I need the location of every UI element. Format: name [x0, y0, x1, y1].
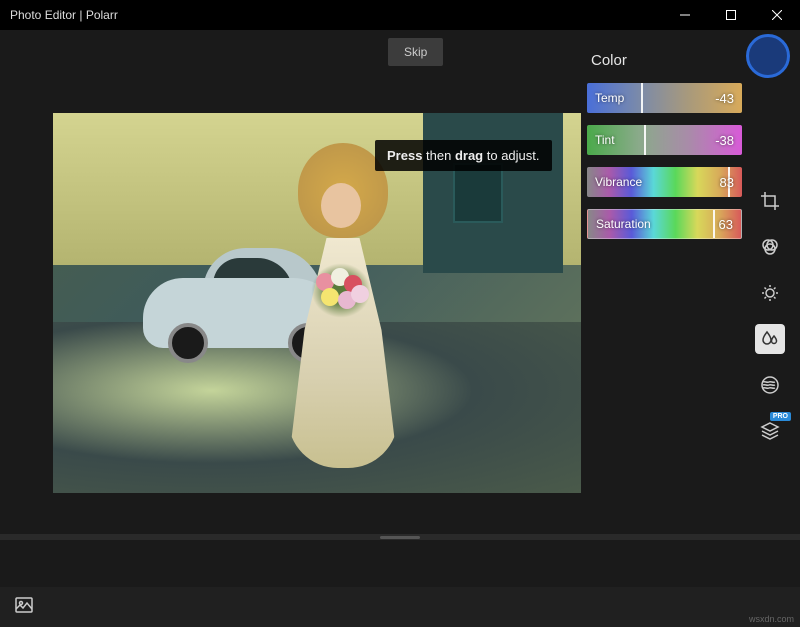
- bottom-bar: [0, 587, 800, 627]
- tool-rail: PRO: [754, 186, 786, 446]
- instruction-tooltip: Press then drag to adjust.: [375, 140, 552, 171]
- window-controls: [662, 0, 800, 30]
- tint-label: Tint: [595, 133, 615, 147]
- tint-value: -38: [715, 133, 734, 148]
- color-panel: Color Temp -43 Tint -38 Vibrance 83 Satu…: [587, 52, 742, 251]
- temp-value: -43: [715, 91, 734, 106]
- vibrance-label: Vibrance: [595, 175, 642, 189]
- vibrance-value: 83: [720, 175, 734, 190]
- effects-tool[interactable]: [755, 370, 785, 400]
- color-panel-title: Color: [587, 52, 742, 69]
- skip-button[interactable]: Skip: [388, 38, 443, 66]
- tint-slider[interactable]: Tint -38: [587, 125, 742, 155]
- profile-avatar[interactable]: [746, 34, 790, 78]
- pro-badge: PRO: [770, 412, 791, 421]
- temp-slider[interactable]: Temp -43: [587, 83, 742, 113]
- saturation-slider[interactable]: Saturation 63: [587, 209, 742, 239]
- layers-tool[interactable]: PRO: [755, 416, 785, 446]
- temp-label: Temp: [595, 91, 624, 105]
- saturation-label: Saturation: [596, 217, 651, 231]
- minimize-button[interactable]: [662, 0, 708, 30]
- saturation-value: 63: [719, 217, 733, 232]
- image-library-button[interactable]: [14, 595, 34, 620]
- vibrance-slider[interactable]: Vibrance 83: [587, 167, 742, 197]
- light-tool[interactable]: [755, 278, 785, 308]
- maximize-button[interactable]: [708, 0, 754, 30]
- titlebar: Photo Editor | Polarr: [0, 0, 800, 30]
- app-title: Photo Editor | Polarr: [10, 8, 118, 22]
- drag-handle-icon[interactable]: [380, 536, 420, 539]
- main-area: Skip Press then drag to adjust. Color Te…: [0, 30, 800, 587]
- droplet-tool[interactable]: [755, 324, 785, 354]
- color-tool[interactable]: [755, 232, 785, 262]
- bottom-divider[interactable]: [0, 534, 800, 540]
- watermark: wsxdn.com: [749, 614, 794, 624]
- close-button[interactable]: [754, 0, 800, 30]
- crop-tool[interactable]: [755, 186, 785, 216]
